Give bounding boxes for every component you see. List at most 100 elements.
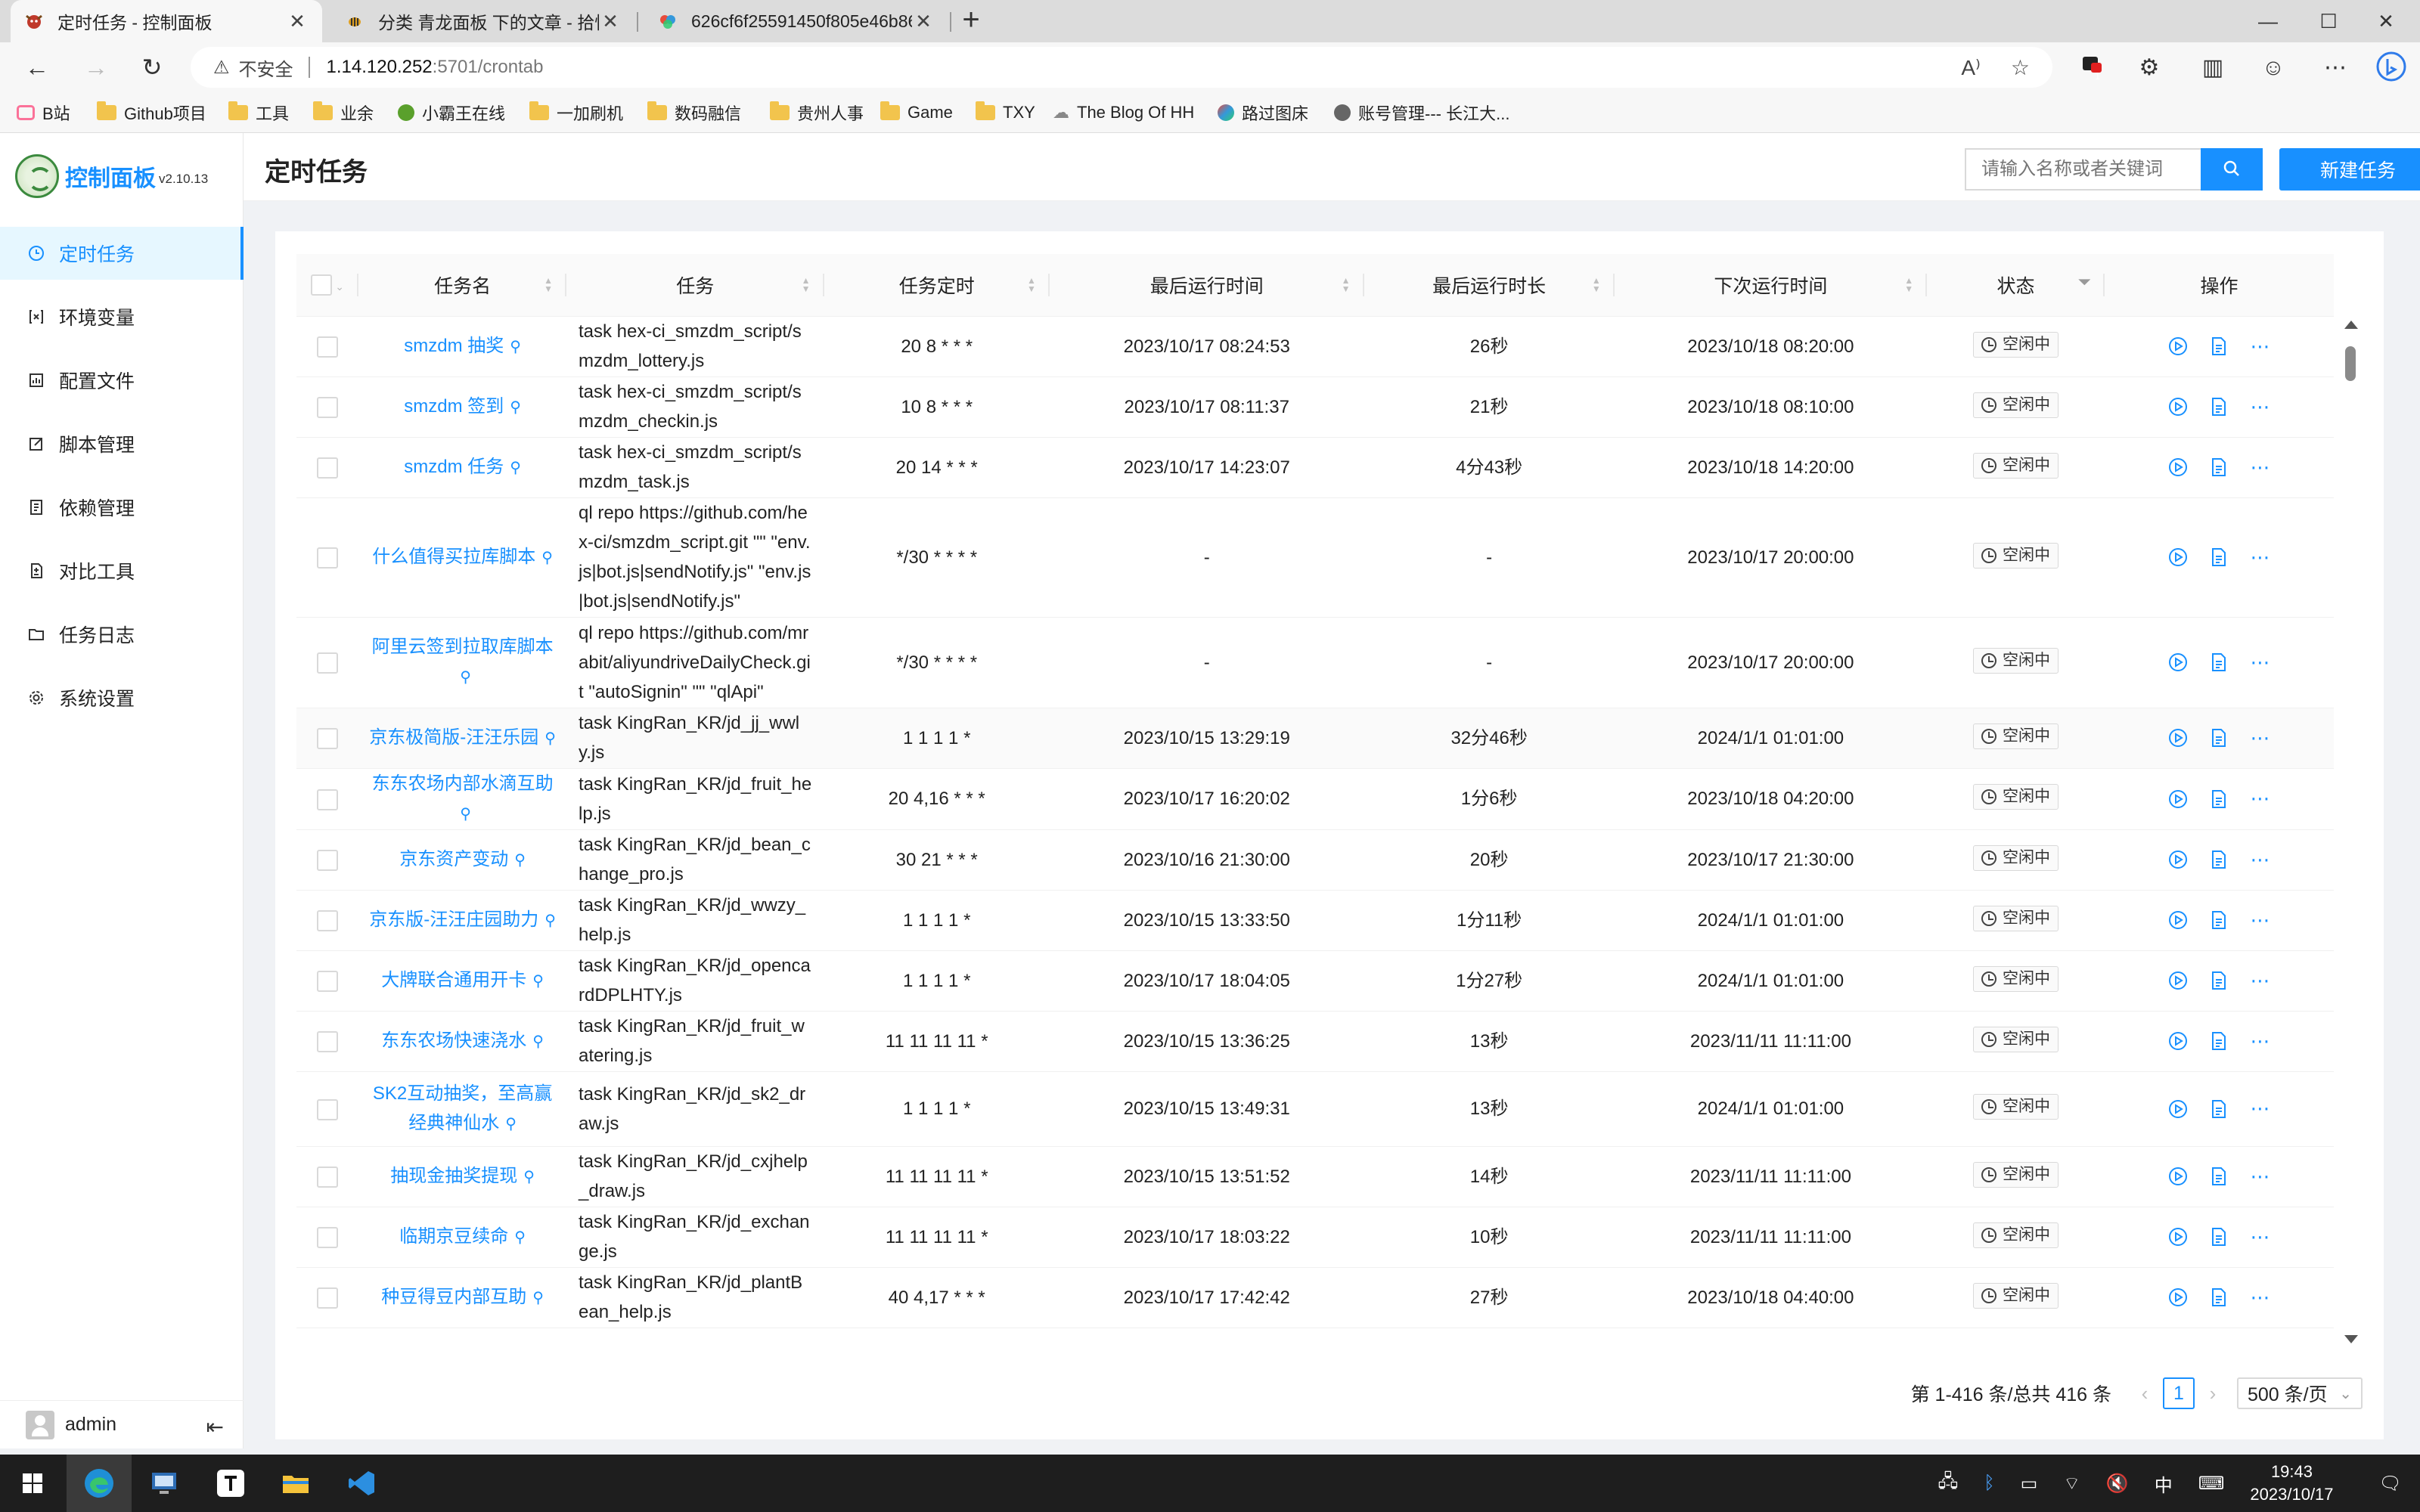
menu-collapse-icon[interactable]: ⇤ <box>206 1414 224 1439</box>
forward-icon[interactable]: → <box>79 50 113 85</box>
pin-icon[interactable]: ⚲ <box>460 669 471 686</box>
log-icon[interactable] <box>2207 969 2230 992</box>
bookmark-guizhou[interactable]: 贵州人事 <box>770 92 864 133</box>
more-icon[interactable]: ⋯ <box>2248 1097 2271 1120</box>
bookmark-oneplus[interactable]: 一加刷机 <box>529 92 623 133</box>
run-icon[interactable] <box>2167 848 2189 871</box>
new-tab-button[interactable]: + <box>954 5 988 38</box>
task-name[interactable]: SK2互动抽奖，至高赢经典神仙水 <box>373 1083 552 1133</box>
task-name-cell[interactable]: 京东版-汪汪庄园助力 ⚲ <box>358 890 566 951</box>
more-icon[interactable]: ⋯ <box>2248 395 2271 418</box>
log-icon[interactable] <box>2207 1165 2230 1188</box>
log-icon[interactable] <box>2207 848 2230 871</box>
task-name[interactable]: smzdm 任务 <box>404 457 504 477</box>
task-name-cell[interactable]: 东东农场内部水滴互助 ⚲ <box>358 768 566 830</box>
sidebar-item-crontab[interactable]: 定时任务 <box>0 227 244 280</box>
volume-muted-icon[interactable]: 🔇 <box>2106 1473 2129 1495</box>
close-icon[interactable]: ✕ <box>286 10 309 33</box>
user-menu[interactable]: admin ⇤ <box>0 1400 244 1448</box>
select-all-checkbox[interactable] <box>311 274 333 296</box>
more-icon[interactable]: ⋯ <box>2248 1165 2271 1188</box>
table-row[interactable]: SK2互动抽奖，至高赢经典神仙水 ⚲ task KingRan_KR/jd_sk2_… <box>296 1071 2334 1147</box>
table-row[interactable]: 京东资产变动 ⚲ task KingRan_KR/jd_bean_change_pr… <box>296 829 2334 891</box>
back-icon[interactable]: ← <box>20 50 54 85</box>
task-name-cell[interactable]: 京东极简版-汪汪乐园 ⚲ <box>358 708 566 769</box>
more-icon[interactable]: ⋯ <box>2248 787 2271 810</box>
bookmark-bilibili[interactable]: B站 <box>17 92 70 133</box>
bing-icon[interactable] <box>2375 51 2408 85</box>
row-checkbox[interactable] <box>317 971 339 993</box>
task-name-cell[interactable]: 阿里云签到拉取库脚本 ⚲ <box>358 617 566 708</box>
log-icon[interactable] <box>2207 651 2230 674</box>
vscode-icon[interactable] <box>330 1455 395 1512</box>
run-icon[interactable] <box>2167 1098 2189 1120</box>
log-icon[interactable] <box>2207 395 2230 418</box>
task-name-cell[interactable]: 抽现金抽奖提现 ⚲ <box>358 1146 566 1207</box>
keyboard-icon[interactable]: ⌨ <box>2198 1473 2225 1495</box>
table-row[interactable]: smzdm 签到 ⚲ task hex-ci_smzdm_script/smzdm_… <box>296 376 2334 438</box>
wifi-icon[interactable]: ⌔ <box>2063 1472 2080 1495</box>
remote-desktop-icon[interactable] <box>132 1455 197 1512</box>
pin-icon[interactable]: ⚲ <box>544 730 556 747</box>
table-row[interactable]: 大牌联合通用开卡 ⚲ task KingRan_KR/jd_opencardDPLH… <box>296 950 2334 1012</box>
row-checkbox[interactable] <box>317 547 339 569</box>
close-icon[interactable]: ✕ <box>599 10 622 33</box>
sidebar-item-config[interactable]: 配置文件 <box>0 354 244 407</box>
prev-page-icon[interactable]: ‹ <box>2130 1382 2160 1405</box>
col-header-schedule[interactable]: 任务定时 ▲ ▼ <box>824 254 1050 317</box>
run-icon[interactable] <box>2167 651 2189 674</box>
run-icon[interactable] <box>2167 335 2189 358</box>
bookmark-hobby[interactable]: 业余 <box>313 92 374 133</box>
task-name[interactable]: 京东极简版-汪汪乐园 <box>369 727 538 748</box>
more-icon[interactable]: ⋯ <box>2248 651 2271 674</box>
log-icon[interactable] <box>2207 546 2230 569</box>
more-icon[interactable]: ⋯ <box>2248 335 2271 358</box>
run-icon[interactable] <box>2167 1030 2189 1052</box>
task-name[interactable]: 什么值得买拉库脚本 <box>372 547 535 567</box>
row-checkbox[interactable] <box>317 397 339 419</box>
row-checkbox[interactable] <box>317 1098 339 1120</box>
search-button[interactable] <box>2201 148 2263 191</box>
task-name[interactable]: 东东农场内部水滴互助 <box>372 773 554 794</box>
task-name-cell[interactable]: 什么值得买拉库脚本 ⚲ <box>358 497 566 618</box>
battery-icon[interactable]: ▭ <box>2021 1473 2038 1495</box>
sort-icon[interactable]: ▲ ▼ <box>1027 276 1036 293</box>
close-icon[interactable]: ✕ <box>912 10 935 33</box>
window-close-button[interactable]: ✕ <box>2352 0 2420 42</box>
table-row[interactable]: 什么值得买拉库脚本 ⚲ ql repo https://github.com/hex… <box>296 497 2334 618</box>
pin-icon[interactable]: ⚲ <box>510 339 521 355</box>
task-name[interactable]: 临期京豆续命 <box>399 1226 508 1247</box>
run-icon[interactable] <box>2167 788 2189 810</box>
ime-indicator[interactable]: 中 <box>2155 1470 2173 1497</box>
row-checkbox[interactable] <box>317 652 339 674</box>
bluetooth-icon[interactable]: ᛒ <box>1984 1473 1994 1494</box>
row-checkbox[interactable] <box>317 728 339 750</box>
task-name-cell[interactable]: SK2互动抽奖，至高赢经典神仙水 ⚲ <box>358 1071 566 1147</box>
sort-icon[interactable]: ▲ ▼ <box>802 276 811 293</box>
bookmark-account[interactable]: 账号管理--- 长江大... <box>1334 92 1509 133</box>
col-header-task[interactable]: 任务 ▲ ▼ <box>566 254 824 317</box>
task-name-cell[interactable]: 京东资产变动 ⚲ <box>358 829 566 891</box>
scrollbar-thumb[interactable] <box>2345 346 2356 381</box>
scroll-down-arrow[interactable] <box>2344 1335 2358 1343</box>
page-size-select[interactable]: 500 条/页 ⌄ <box>2237 1377 2363 1409</box>
log-icon[interactable] <box>2207 1030 2230 1052</box>
more-icon[interactable]: ⋯ <box>2248 909 2271 931</box>
task-name-cell[interactable]: 临期京豆续命 ⚲ <box>358 1207 566 1268</box>
taskbar-clock[interactable]: 19:43 2023/10/17 <box>2250 1461 2333 1506</box>
row-checkbox[interactable] <box>317 457 339 479</box>
table-row[interactable]: 种豆得豆内部互助 ⚲ task KingRan_KR/jd_plantBean_he… <box>296 1267 2334 1328</box>
puzzle-icon[interactable]: ⚙ <box>2133 51 2166 85</box>
bookmark-game[interactable]: Game <box>880 92 953 133</box>
col-header-name[interactable]: 任务名 ▲ ▼ <box>358 254 566 317</box>
more-icon[interactable]: ⋯ <box>2248 727 2271 749</box>
task-name[interactable]: 京东版-汪汪庄园助力 <box>369 909 538 930</box>
table-row[interactable]: smzdm 抽奖 ⚲ task hex-ci_smzdm_script/smzdm_… <box>296 316 2334 377</box>
task-name[interactable]: 阿里云签到拉取库脚本 <box>372 637 554 657</box>
url-field[interactable]: ⚠ 不安全 1.14.120.252 :5701/crontab A⁾ ☆ <box>191 47 2052 88</box>
bookmark-digital[interactable]: 数码融信 <box>647 92 741 133</box>
sort-icon[interactable]: ▲ ▼ <box>1342 276 1351 293</box>
log-icon[interactable] <box>2207 1225 2230 1248</box>
extension-icon[interactable]: 1 <box>2075 51 2108 85</box>
table-row[interactable]: 临期京豆续命 ⚲ task KingRan_KR/jd_exchange.js 11 … <box>296 1207 2334 1268</box>
